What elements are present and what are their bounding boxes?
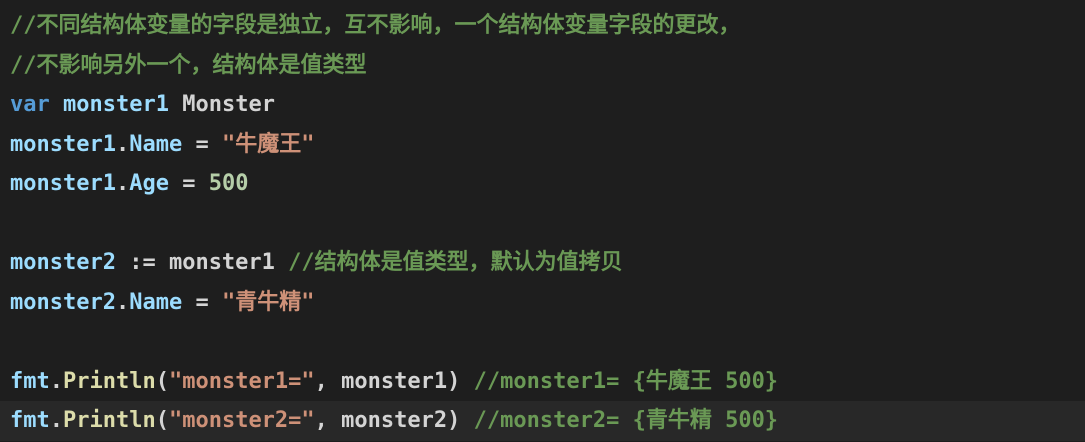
code-line-3[interactable]: var monster1 Monster [10,85,1085,125]
code-line-5[interactable]: monster1.Age = 500 [10,164,1085,204]
argument-token: monster2 [341,408,448,433]
field-token: Name [129,131,183,157]
code-line-7[interactable]: monster2 := monster1 //结构体是值类型，默认为值拷贝 [10,243,1085,283]
paren-open-token: ( [155,368,169,394]
code-line-1[interactable]: //不同结构体变量的字段是独立，互不影响，一个结构体变量字段的更改， [10,6,1085,46]
type-token: Monster [182,92,275,117]
code-comment: //不影响另外一个，结构体是值类型 [10,52,367,78]
package-token: fmt [10,368,50,394]
argument-token: monster1 [341,368,448,394]
comma-token: , [314,408,342,433]
dot-token: . [115,289,130,315]
package-token: fmt [10,408,50,433]
function-token: Println [63,408,156,433]
code-line-4[interactable]: monster1.Name = "牛魔王" [10,125,1085,165]
paren-close-token: ) [447,368,461,394]
field-token: Name [129,289,183,315]
code-line-10[interactable]: fmt.Println("monster1=", monster1) //mon… [10,362,1085,402]
string-token: "monster2=" [168,408,315,433]
code-line-9[interactable] [10,322,1085,362]
string-token: "青牛精" [221,289,315,315]
dot-token: . [115,131,130,157]
code-line-6[interactable] [10,204,1085,244]
variable-token: monster1 [63,92,169,117]
operator-token: = [182,289,222,315]
number-token: 500 [208,171,249,196]
comma-token: , [314,368,342,394]
operator-token: = [168,171,209,196]
dot-token: . [115,171,130,196]
paren-close-token: ) [447,408,461,433]
code-comment: //不同结构体变量的字段是独立，互不影响，一个结构体变量字段的更改， [10,13,741,38]
code-line-8[interactable]: monster2.Name = "青牛精" [10,283,1085,323]
variable-token: monster1 [10,171,116,196]
dot-token: . [49,368,63,394]
code-editor[interactable]: //不同结构体变量的字段是独立，互不影响，一个结构体变量字段的更改， //不影响… [0,0,1085,442]
code-comment: //结构体是值类型，默认为值拷贝 [288,250,623,275]
operator-token: := [115,250,169,275]
code-comment: //monster2= {青牛精 500} [473,408,779,433]
variable-token: monster1 [10,131,116,157]
variable-token: monster2 [10,289,116,315]
string-token: "monster1=" [168,368,315,394]
code-line-2[interactable]: //不影响另外一个，结构体是值类型 [10,46,1085,86]
code-line-11[interactable]: fmt.Println("monster2=", monster2) //mon… [0,401,1085,441]
variable-token: monster1 [168,250,275,275]
code-comment: //monster1= {牛魔王 500} [473,368,779,394]
paren-open-token: ( [155,408,169,433]
variable-token: monster2 [10,250,116,275]
string-token: "牛魔王" [221,131,315,157]
dot-token: . [49,408,63,433]
field-token: Age [129,171,169,196]
keyword-token: var [10,92,50,117]
function-token: Println [63,368,156,394]
operator-token: = [182,131,222,157]
